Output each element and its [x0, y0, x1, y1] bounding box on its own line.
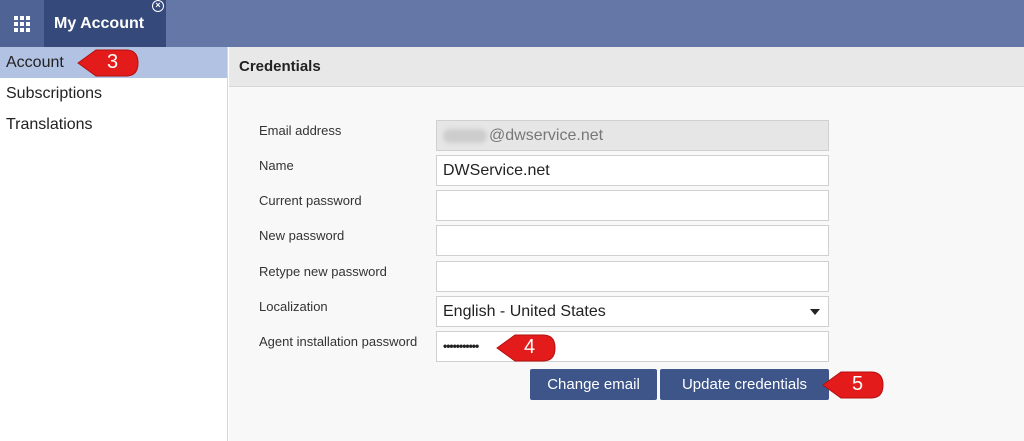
sidebar: Account Subscriptions Translations — [0, 47, 228, 441]
name-row: Name DWService.net — [229, 155, 1024, 186]
tab-label: My Account — [54, 14, 145, 32]
current-password-field[interactable] — [436, 190, 829, 221]
new-password-label: New password — [259, 228, 345, 243]
new-password-field[interactable] — [436, 225, 829, 256]
new-password-row: New password — [229, 225, 1024, 256]
close-icon[interactable]: × — [152, 0, 164, 12]
email-value: @dwservice.net — [489, 127, 604, 144]
chevron-down-icon — [810, 309, 820, 315]
sidebar-item-translations[interactable]: Translations — [0, 109, 227, 140]
callout-number: 4 — [524, 336, 536, 358]
change-email-button[interactable]: Change email — [530, 369, 657, 400]
email-field: @dwservice.net — [436, 120, 829, 151]
update-credentials-button[interactable]: Update credentials — [660, 369, 829, 400]
page-title: Credentials — [229, 47, 1024, 87]
callout-number: 5 — [852, 373, 864, 395]
tab-my-account[interactable]: My Account × — [44, 0, 166, 47]
retype-password-row: Retype new password — [229, 261, 1024, 292]
top-bar: My Account × — [0, 0, 1024, 47]
sidebar-item-subscriptions[interactable]: Subscriptions — [0, 78, 227, 109]
email-label: Email address — [259, 123, 342, 138]
name-label: Name — [259, 158, 294, 173]
agent-password-value: ••••••••••• — [443, 339, 479, 353]
apps-menu-button[interactable] — [0, 0, 44, 47]
main-panel: Credentials Email address @dwservice.net… — [229, 47, 1024, 441]
localization-select[interactable]: English - United States — [436, 296, 829, 327]
sidebar-item-label: Translations — [6, 116, 93, 133]
retype-password-label: Retype new password — [259, 264, 387, 279]
name-value: DWService.net — [443, 162, 550, 179]
sidebar-item-label: Account — [6, 54, 64, 71]
localization-label: Localization — [259, 299, 328, 314]
update-credentials-label: Update credentials — [681, 376, 808, 393]
callout-5: 5 — [821, 369, 885, 401]
callout-3: 3 — [76, 47, 140, 79]
callout-4: 4 — [495, 332, 557, 364]
localization-value: English - United States — [443, 303, 606, 320]
current-password-label: Current password — [259, 193, 362, 208]
email-row: Email address @dwservice.net — [229, 120, 1024, 151]
redacted-username — [443, 128, 487, 143]
agent-password-label: Agent installation password — [259, 334, 418, 349]
localization-row: Localization English - United States — [229, 296, 1024, 327]
retype-password-field[interactable] — [436, 261, 829, 292]
current-password-row: Current password — [229, 190, 1024, 221]
agent-password-row: Agent installation password ••••••••••• — [229, 331, 1024, 362]
change-email-label: Change email — [547, 376, 640, 393]
apps-grid-icon — [14, 15, 30, 32]
name-field[interactable]: DWService.net — [436, 155, 829, 186]
sidebar-item-label: Subscriptions — [6, 85, 103, 102]
callout-number: 3 — [107, 51, 119, 73]
